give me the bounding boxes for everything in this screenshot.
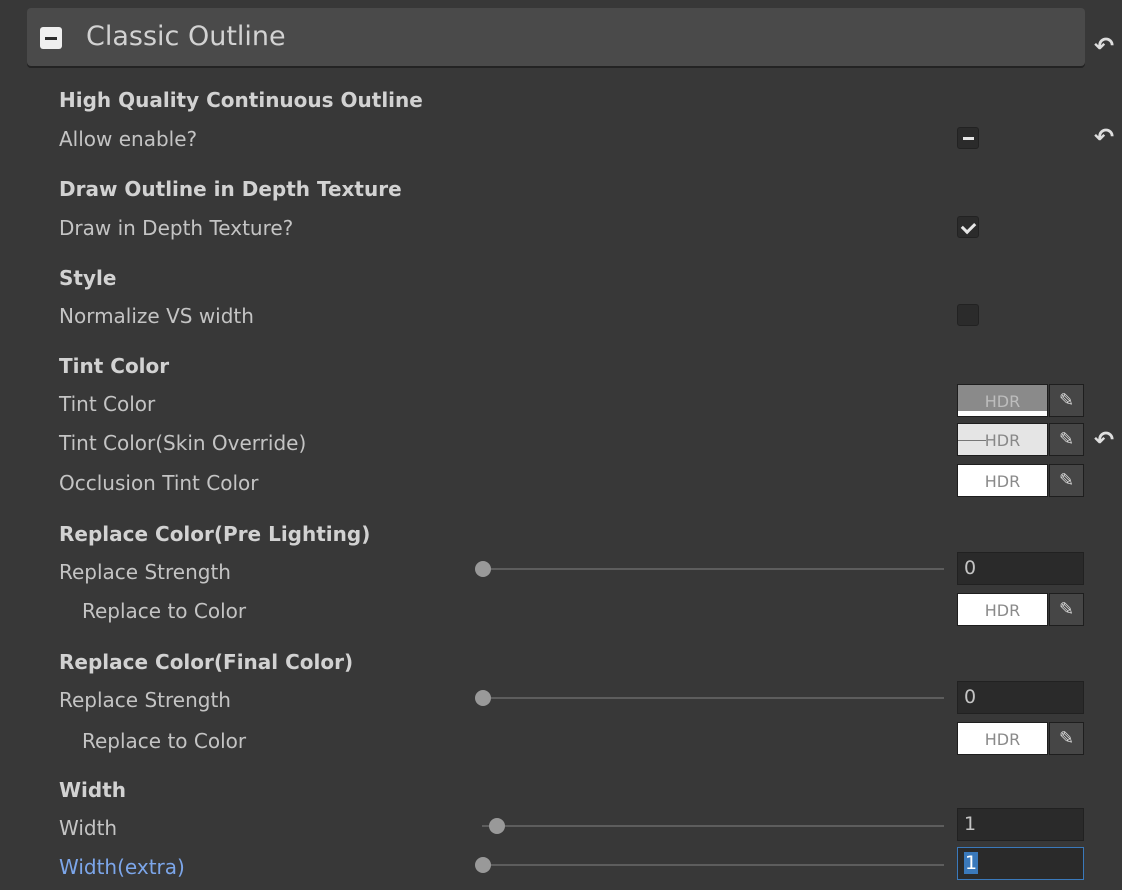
slider-track[interactable] <box>482 568 944 570</box>
replace-strength-label: Replace Strength <box>59 560 231 584</box>
foldout-title: Classic Outline <box>86 21 286 52</box>
replace-strength-label: Replace Strength <box>59 688 231 712</box>
slider-thumb[interactable] <box>475 690 491 706</box>
revert-icon[interactable]: ↶ <box>1094 428 1114 452</box>
section-title-depth: Draw Outline in Depth Texture <box>59 177 402 201</box>
hdr-label: HDR <box>984 730 1021 749</box>
slider-track[interactable] <box>482 825 944 827</box>
draw-in-depth-label: Draw in Depth Texture? <box>59 216 294 240</box>
foldout-header[interactable]: Classic Outline <box>27 8 1085 66</box>
section-title-style: Style <box>59 266 117 290</box>
section-title-width: Width <box>59 778 127 802</box>
hdr-label: HDR <box>984 472 1021 491</box>
tint-color-skin-field[interactable]: HDR ✎ <box>957 423 1084 456</box>
replace-to-color-field[interactable]: HDR ✎ <box>957 722 1084 755</box>
section-title-replace-final: Replace Color(Final Color) <box>59 650 354 674</box>
eyedropper-icon[interactable]: ✎ <box>1049 464 1084 497</box>
slider-track[interactable] <box>482 697 944 699</box>
revert-icon[interactable]: ↶ <box>1094 34 1114 58</box>
tint-color-label: Tint Color <box>59 392 156 416</box>
replace-to-color-label: Replace to Color <box>82 599 247 623</box>
eyedropper-icon[interactable]: ✎ <box>1049 384 1084 417</box>
slider-thumb[interactable] <box>475 857 491 873</box>
section-title-hq: High Quality Continuous Outline <box>59 88 423 112</box>
width-label: Width <box>59 816 118 840</box>
replace-strength-input[interactable]: 0 <box>957 552 1084 585</box>
width-extra-value: 1 <box>964 852 979 874</box>
tint-color-skin-swatch[interactable]: HDR <box>957 423 1048 456</box>
occlusion-tint-label: Occlusion Tint Color <box>59 471 259 495</box>
replace-to-color-swatch[interactable]: HDR <box>957 593 1048 626</box>
tint-color-swatch[interactable]: HDR <box>957 384 1048 417</box>
eyedropper-icon[interactable]: ✎ <box>1049 423 1084 456</box>
collapse-icon[interactable] <box>40 27 62 49</box>
occlusion-tint-field[interactable]: HDR ✎ <box>957 464 1084 497</box>
normalize-vs-width-checkbox[interactable] <box>957 304 979 326</box>
width-input[interactable]: 1 <box>957 808 1084 841</box>
width-extra-input[interactable]: 1 <box>957 847 1084 880</box>
section-title-replace-pre: Replace Color(Pre Lighting) <box>59 522 371 546</box>
hdr-label: HDR <box>984 392 1021 411</box>
revert-icon[interactable]: ↶ <box>1094 125 1114 149</box>
slider-thumb[interactable] <box>489 818 505 834</box>
eyedropper-icon[interactable]: ✎ <box>1049 722 1084 755</box>
allow-enable-checkbox[interactable] <box>957 127 979 149</box>
normalize-vs-width-label: Normalize VS width <box>59 304 254 328</box>
hdr-label: HDR <box>984 601 1021 620</box>
occlusion-tint-swatch[interactable]: HDR <box>957 464 1048 497</box>
tint-color-field[interactable]: HDR ✎ <box>957 384 1084 417</box>
hdr-label: HDR <box>984 431 1021 450</box>
slider-thumb[interactable] <box>475 561 491 577</box>
slider-track[interactable] <box>482 864 944 866</box>
width-extra-label: Width(extra) <box>59 855 185 879</box>
replace-to-color-swatch[interactable]: HDR <box>957 722 1048 755</box>
tint-color-skin-label: Tint Color(Skin Override) <box>59 431 307 455</box>
replace-to-color-label: Replace to Color <box>82 729 247 753</box>
section-title-tint: Tint Color <box>59 354 170 378</box>
eyedropper-icon[interactable]: ✎ <box>1049 593 1084 626</box>
replace-strength-input[interactable]: 0 <box>957 681 1084 714</box>
draw-in-depth-checkbox[interactable] <box>957 216 979 238</box>
allow-enable-label: Allow enable? <box>59 127 198 151</box>
replace-to-color-field[interactable]: HDR ✎ <box>957 593 1084 626</box>
